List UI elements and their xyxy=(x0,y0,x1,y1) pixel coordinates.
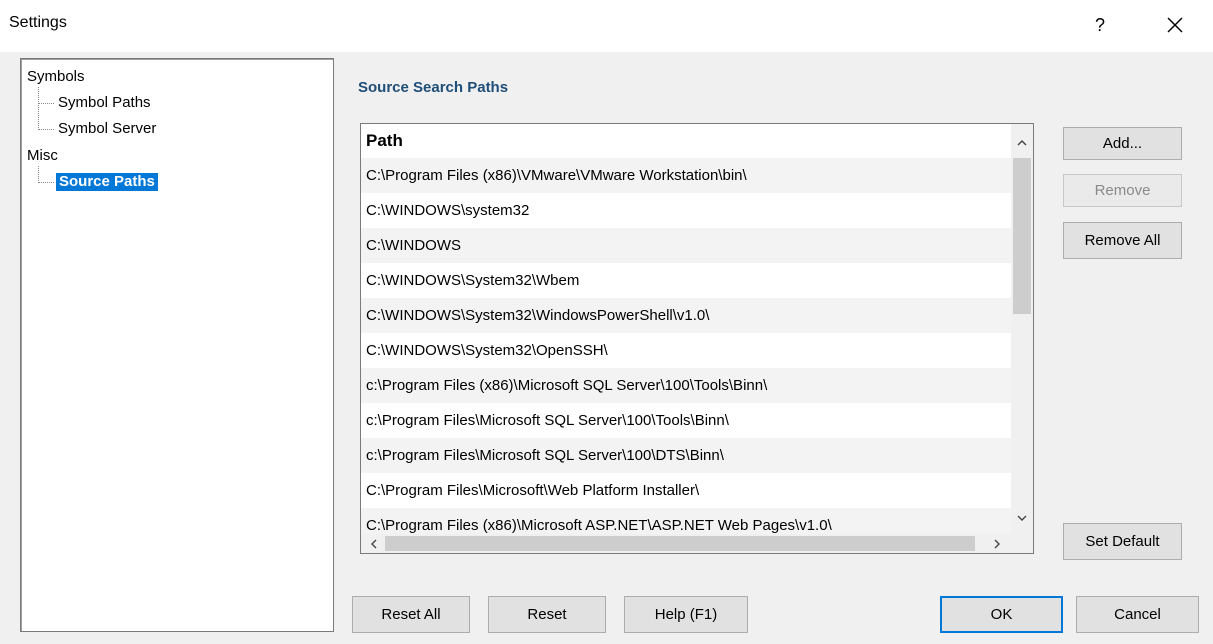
close-button[interactable] xyxy=(1158,10,1192,40)
tree-connector xyxy=(38,182,54,183)
title-bar: Settings ? xyxy=(0,0,1213,52)
tree-connector xyxy=(38,129,54,130)
scroll-left-icon[interactable] xyxy=(363,534,383,553)
remove-all-button[interactable]: Remove All xyxy=(1063,222,1182,259)
remove-button[interactable]: Remove xyxy=(1063,174,1182,207)
ok-button[interactable]: OK xyxy=(940,596,1063,633)
column-header-path[interactable]: Path xyxy=(361,124,1011,158)
list-row[interactable]: C:\Program Files (x86)\VMware\VMware Wor… xyxy=(361,158,1011,193)
source-paths-list[interactable]: Path C:\Program Files (x86)\VMware\VMwar… xyxy=(360,123,1034,554)
tree-connector xyxy=(38,166,39,183)
tree-group-misc[interactable]: Misc xyxy=(27,147,58,165)
reset-button[interactable]: Reset xyxy=(488,596,606,633)
tree-connector xyxy=(38,103,54,104)
list-row[interactable]: C:\WINDOWS\system32 xyxy=(361,193,1011,228)
horizontal-scrollbar[interactable] xyxy=(361,534,1011,553)
help-button[interactable]: ? xyxy=(1083,10,1117,40)
cancel-button[interactable]: Cancel xyxy=(1076,596,1199,633)
help-f1-button[interactable]: Help (F1) xyxy=(624,596,748,633)
vertical-scrollbar[interactable] xyxy=(1011,124,1033,534)
horizontal-scroll-thumb[interactable] xyxy=(385,536,975,551)
list-row[interactable]: C:\WINDOWS\System32\WindowsPowerShell\v1… xyxy=(361,298,1011,333)
list-row[interactable]: c:\Program Files (x86)\Microsoft SQL Ser… xyxy=(361,368,1011,403)
list-row[interactable]: c:\Program Files\Microsoft SQL Server\10… xyxy=(361,403,1011,438)
tree-group-symbols[interactable]: Symbols xyxy=(27,68,85,86)
set-default-button[interactable]: Set Default xyxy=(1063,523,1182,560)
tree-item-source-paths[interactable]: Source Paths xyxy=(56,173,158,191)
list-row[interactable]: C:\Program Files\Microsoft\Web Platform … xyxy=(361,473,1011,508)
tree-item-symbol-paths[interactable]: Symbol Paths xyxy=(58,94,151,112)
scroll-down-icon[interactable] xyxy=(1011,508,1033,528)
list-row[interactable]: C:\WINDOWS\System32\Wbem xyxy=(361,263,1011,298)
list-row[interactable]: C:\WINDOWS xyxy=(361,228,1011,263)
tree-item-symbol-server[interactable]: Symbol Server xyxy=(58,120,156,138)
list-row[interactable]: c:\Program Files\Microsoft SQL Server\10… xyxy=(361,438,1011,473)
window-title: Settings xyxy=(9,14,67,31)
close-icon xyxy=(1167,17,1183,33)
section-heading: Source Search Paths xyxy=(358,79,509,96)
reset-all-button[interactable]: Reset All xyxy=(352,596,470,633)
scroll-right-icon[interactable] xyxy=(987,534,1007,553)
add-button[interactable]: Add... xyxy=(1063,127,1182,160)
tree-connector xyxy=(38,87,39,130)
scroll-up-icon[interactable] xyxy=(1011,132,1033,152)
list-row[interactable]: C:\WINDOWS\System32\OpenSSH\ xyxy=(361,333,1011,368)
vertical-scroll-thumb[interactable] xyxy=(1013,158,1031,314)
scroll-corner xyxy=(1011,534,1033,553)
settings-tree[interactable]: Symbols Symbol Paths Symbol Server Misc … xyxy=(20,58,334,632)
